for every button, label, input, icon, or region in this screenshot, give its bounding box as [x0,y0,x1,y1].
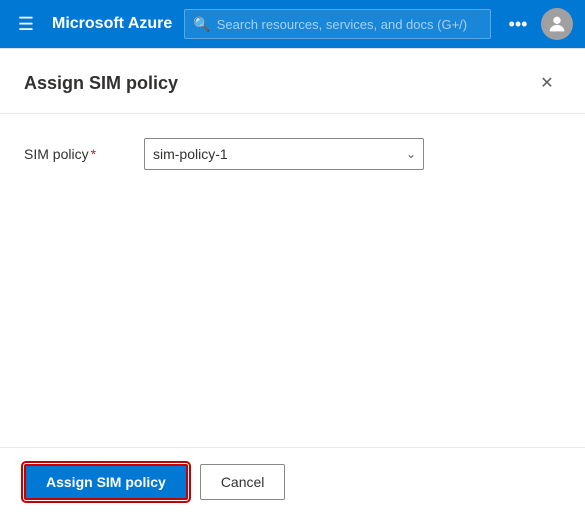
topbar: ☰ Microsoft Azure 🔍 ••• [0,0,585,48]
assign-sim-policy-dialog: Assign SIM policy ✕ SIM policy* sim-poli… [0,48,585,516]
sim-policy-select[interactable]: sim-policy-1 sim-policy-2 sim-policy-3 [144,138,424,170]
search-bar[interactable]: 🔍 [184,9,491,39]
user-avatar[interactable] [541,8,573,40]
cancel-button[interactable]: Cancel [200,464,286,500]
sim-policy-label: SIM policy* [24,146,144,162]
dialog-header: Assign SIM policy ✕ [0,49,585,114]
hamburger-icon: ☰ [18,14,34,35]
topbar-icons: ••• [503,8,573,40]
dialog-title: Assign SIM policy [24,73,178,94]
assign-sim-policy-button[interactable]: Assign SIM policy [24,464,188,500]
dialog-close-button[interactable]: ✕ [533,69,561,97]
dialog-footer: Assign SIM policy Cancel [0,447,585,516]
hamburger-menu-button[interactable]: ☰ [12,14,40,35]
sim-policy-select-wrapper: sim-policy-1 sim-policy-2 sim-policy-3 ⌄ [144,138,424,170]
avatar-icon [546,13,568,35]
close-icon: ✕ [540,73,553,93]
search-input[interactable] [217,17,482,32]
sim-policy-form-row: SIM policy* sim-policy-1 sim-policy-2 si… [24,138,561,170]
azure-brand: Microsoft Azure [52,15,172,33]
search-icon: 🔍 [193,16,210,33]
more-icon: ••• [509,14,528,35]
more-options-button[interactable]: ••• [503,9,533,39]
required-marker: * [91,146,96,162]
sim-policy-control-wrapper: sim-policy-1 sim-policy-2 sim-policy-3 ⌄ [144,138,561,170]
dialog-body: SIM policy* sim-policy-1 sim-policy-2 si… [0,114,585,447]
